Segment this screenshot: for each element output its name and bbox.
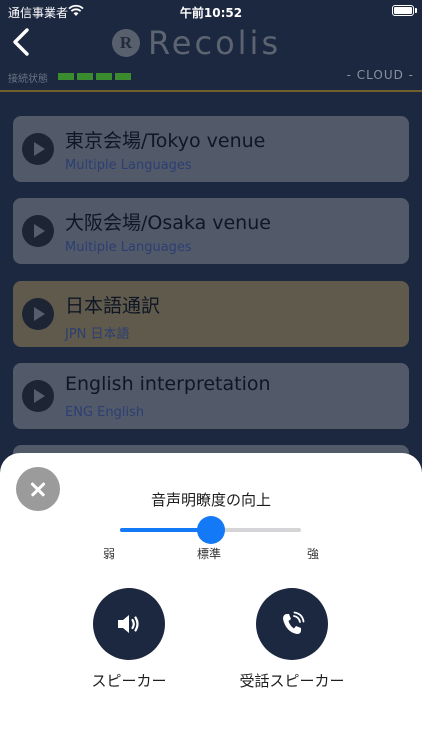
slider-thumb[interactable] (196, 516, 225, 544)
channel-title: 東京会場/Tokyo venue (65, 130, 266, 152)
status-time: 午前10:52 (179, 6, 243, 20)
channel-item-english[interactable]: English interpretation ENG English (13, 363, 409, 429)
channel-item-tokyo[interactable]: 東京会場/Tokyo venue Multiple Languages (13, 116, 409, 182)
receiver-speaker-button[interactable] (256, 588, 328, 660)
play-icon[interactable] (22, 133, 54, 165)
play-icon[interactable] (22, 298, 54, 330)
app-screen: 通信事業者 午前10:52 R Recolis 接続状態 - CLOUD - 東… (0, 0, 422, 750)
speaker-button-label: スピーカー (91, 672, 167, 690)
connection-label: 接続状態 (8, 74, 48, 85)
phone-receiver-icon (283, 611, 305, 634)
channel-subtitle: JPN 日本語 (65, 327, 130, 342)
connection-bar (58, 73, 74, 80)
slider-mid-label: 標準 (197, 547, 222, 561)
back-button[interactable] (8, 26, 36, 58)
connection-bar (77, 73, 93, 80)
channel-item-osaka[interactable]: 大阪会場/Osaka venue Multiple Languages (13, 198, 409, 264)
channel-subtitle: Multiple Languages (65, 240, 192, 255)
channel-title: English interpretation (65, 373, 271, 395)
battery-icon (392, 5, 414, 16)
connection-bar (115, 73, 131, 80)
status-bar: 通信事業者 午前10:52 (0, 0, 422, 24)
audio-settings-sheet: 音声明瞭度の向上 弱 標準 強 スピーカー 受話スピーカー (0, 453, 422, 750)
channel-subtitle: Multiple Languages (65, 158, 192, 173)
channel-title: 大阪会場/Osaka venue (65, 212, 271, 234)
battery-tip (415, 8, 417, 13)
channel-title: 日本語通訳 (65, 295, 161, 317)
cloud-label: - CLOUD - (346, 68, 414, 82)
slider-max-label: 強 (307, 547, 320, 561)
channel-item-japanese[interactable]: 日本語通訳 JPN 日本語 (13, 281, 409, 347)
speaker-volume-icon (118, 615, 139, 633)
app-logo: R Recolis (112, 24, 282, 62)
play-icon[interactable] (22, 380, 54, 412)
sheet-title: 音声明瞭度の向上 (150, 491, 271, 509)
connection-status-row: 接続状態 - CLOUD - (8, 68, 414, 85)
play-icon[interactable] (22, 215, 54, 247)
logo-text: Recolis (148, 24, 282, 62)
logo-mark: R (112, 29, 140, 57)
header-divider (0, 90, 422, 92)
connection-bars (58, 73, 131, 80)
receiver-button-label: 受話スピーカー (239, 672, 345, 690)
clarity-slider[interactable] (120, 516, 301, 544)
slider-min-label: 弱 (103, 547, 116, 561)
channel-subtitle: ENG English (65, 405, 145, 420)
chevron-left-icon (13, 28, 29, 56)
connection-bar (96, 73, 112, 80)
speaker-button[interactable] (93, 588, 165, 660)
